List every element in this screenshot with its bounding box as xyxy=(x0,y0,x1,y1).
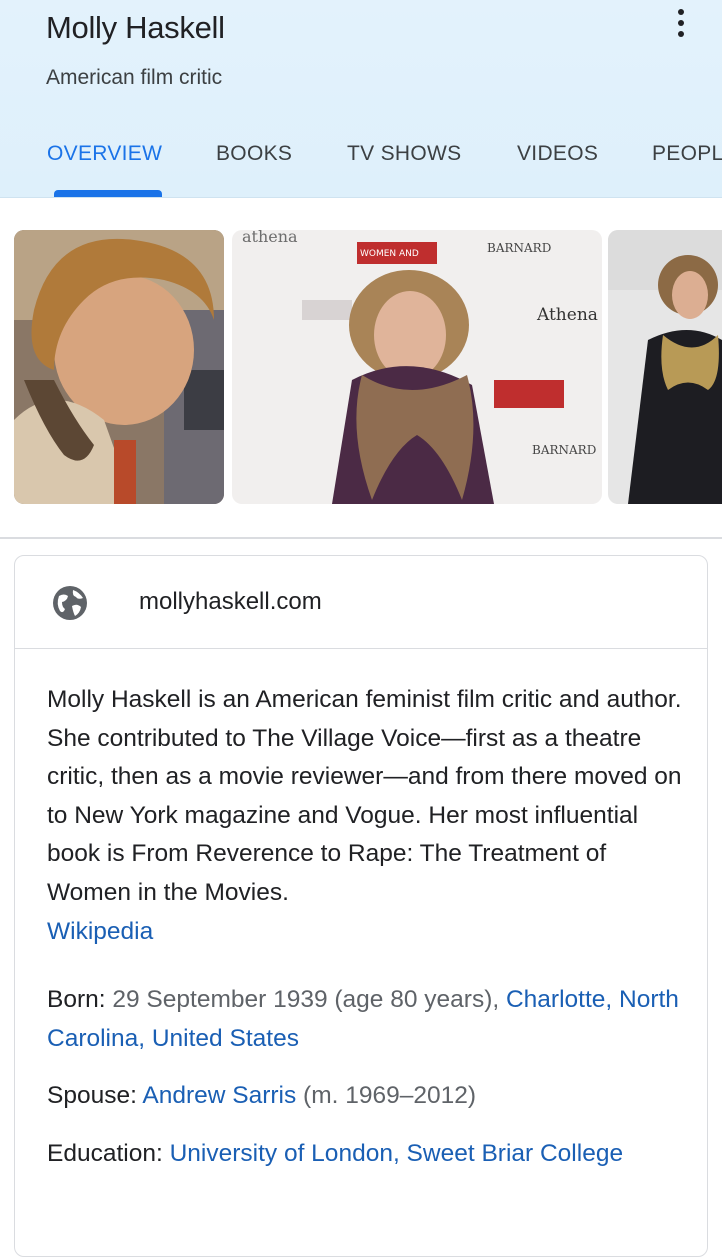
photo-1[interactable] xyxy=(14,230,224,504)
fact-spouse-link[interactable]: Andrew Sarris xyxy=(142,1082,296,1109)
fact-education-link[interactable]: University of London, Sweet Briar Colleg… xyxy=(170,1140,623,1167)
website-row[interactable]: mollyhaskell.com xyxy=(15,556,707,648)
tab-people[interactable]: PEOPLE xyxy=(652,142,722,166)
wikipedia-link[interactable]: Wikipedia xyxy=(47,918,153,945)
photo-2[interactable]: athena BARNARD Athena WOMEN AND BARNARD xyxy=(232,230,602,504)
fact-born-value: 29 September 1939 (age 80 years), xyxy=(112,986,500,1013)
fact-education-label: Education: xyxy=(47,1140,163,1167)
active-tab-indicator xyxy=(54,190,162,197)
fact-education: Education: University of London, Sweet B… xyxy=(47,1135,687,1174)
fact-spouse-label: Spouse: xyxy=(47,1082,137,1109)
svg-text:BARNARD: BARNARD xyxy=(487,241,551,255)
description-text: Molly Haskell is an American feminist fi… xyxy=(47,686,682,906)
knowledge-panel-header: Molly Haskell American film critic OVERV… xyxy=(0,0,722,198)
tab-tv-shows[interactable]: TV SHOWS xyxy=(347,142,461,166)
more-vert-icon[interactable] xyxy=(666,8,696,38)
entity-subtitle: American film critic xyxy=(46,66,223,89)
fact-born-label: Born: xyxy=(47,986,106,1013)
svg-text:Athena: Athena xyxy=(536,305,598,325)
section-divider xyxy=(0,537,722,539)
tab-books[interactable]: BOOKS xyxy=(216,142,292,166)
svg-text:WOMEN AND: WOMEN AND xyxy=(360,249,419,259)
website-link[interactable]: mollyhaskell.com xyxy=(139,588,322,616)
globe-icon xyxy=(53,586,87,620)
image-carousel: athena BARNARD Athena WOMEN AND BARNARD xyxy=(0,198,722,538)
photo-3[interactable] xyxy=(608,230,722,504)
tab-videos[interactable]: VIDEOS xyxy=(517,142,598,166)
fact-spouse: Spouse: Andrew Sarris (m. 1969–2012) xyxy=(47,1077,687,1116)
tab-bar: OVERVIEW BOOKS TV SHOWS VIDEOS PEOPLE xyxy=(0,120,722,197)
svg-text:athena: athena xyxy=(242,230,298,246)
info-card: mollyhaskell.com Molly Haskell is an Ame… xyxy=(14,555,708,1257)
card-divider xyxy=(15,648,707,649)
tab-overview[interactable]: OVERVIEW xyxy=(47,142,162,166)
entity-title: Molly Haskell xyxy=(46,10,225,45)
fact-born: Born: 29 September 1939 (age 80 years), … xyxy=(47,981,687,1058)
entity-description: Molly Haskell is an American feminist fi… xyxy=(47,681,683,951)
fact-spouse-value: (m. 1969–2012) xyxy=(303,1082,477,1109)
svg-text:BARNARD: BARNARD xyxy=(532,443,596,457)
